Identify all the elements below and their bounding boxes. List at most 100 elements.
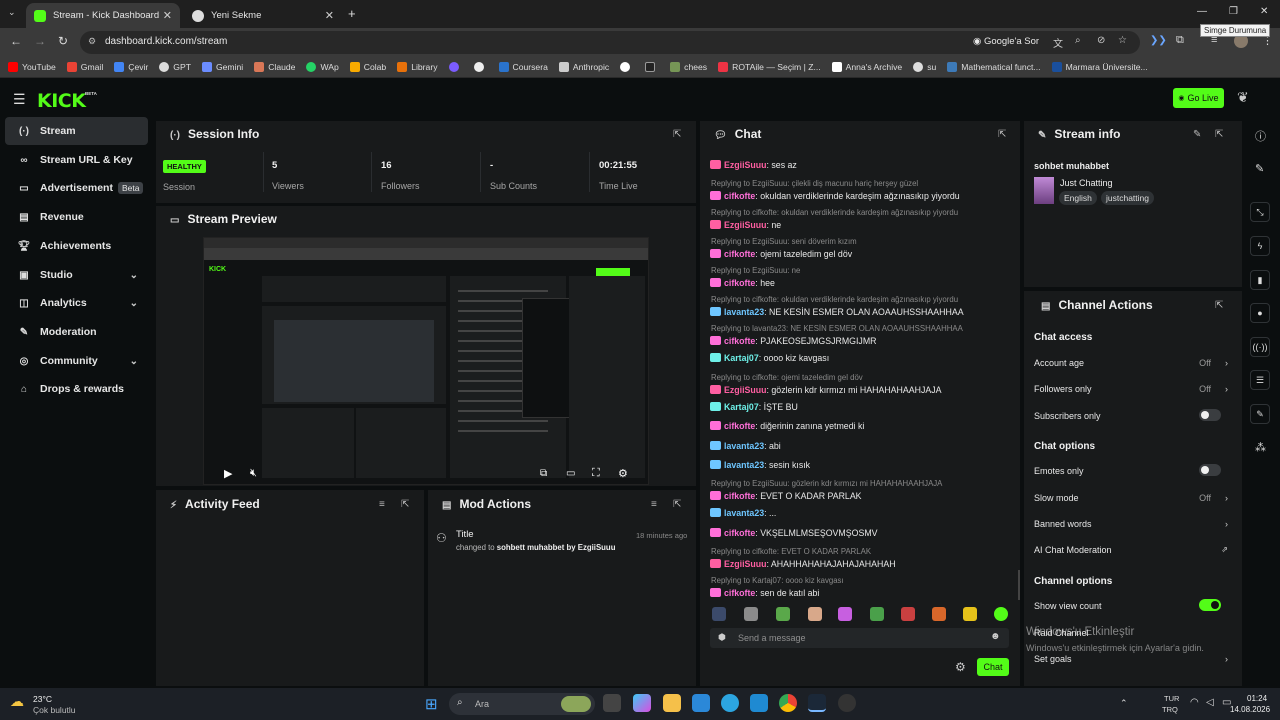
- site-info-icon[interactable]: ⚙: [88, 36, 96, 47]
- emote-icon[interactable]: [870, 607, 884, 621]
- edit-pencil-icon[interactable]: ✎: [1255, 162, 1264, 175]
- tray-chevron-icon[interactable]: ⌃: [1120, 698, 1128, 709]
- chat-username[interactable]: cifkofte: [724, 491, 755, 501]
- chat-username[interactable]: EzgiiSuuu: [724, 160, 767, 170]
- chat-message[interactable]: cifkofte: PJAKEOSEJMGSJRMGIJMR: [710, 336, 877, 346]
- chat-message[interactable]: EzgiiSuuu: ses az: [710, 160, 797, 170]
- chat-username[interactable]: Kartaj07: [724, 353, 759, 363]
- chat-send-button[interactable]: Chat: [977, 658, 1009, 676]
- tab-kick-dashboard[interactable]: Stream - Kick Dashboard ✕: [26, 3, 180, 28]
- popout-icon[interactable]: ⇱: [673, 129, 681, 140]
- sidebar-item-community[interactable]: ◎ Community ⌄: [5, 347, 148, 375]
- sidebar-item-advertisement[interactable]: ▭ Advertisement Beta: [5, 174, 148, 202]
- extension-icon[interactable]: ❯❯: [1150, 35, 1167, 46]
- settings-gear-icon[interactable]: ⚙: [618, 467, 628, 480]
- popout-icon[interactable]: ⇱: [1215, 300, 1223, 311]
- steam-icon[interactable]: [808, 694, 826, 712]
- hide-eye-icon[interactable]: ⊘: [1097, 35, 1105, 46]
- chat-username[interactable]: EzgiiSuuu: [724, 559, 767, 569]
- bookmark-youtube[interactable]: YouTube: [8, 62, 56, 72]
- emote-icon[interactable]: [932, 607, 946, 621]
- sidebar-item-studio[interactable]: ▣ Studio ⌄: [5, 261, 148, 289]
- bookmark-coursera[interactable]: Coursera: [498, 62, 548, 72]
- chat-username[interactable]: lavanta23: [724, 508, 764, 518]
- chat-username[interactable]: cifkofte: [724, 528, 755, 538]
- chat-message[interactable]: cifkofte: diğerinin zanına yetmedi ki: [710, 421, 864, 431]
- clock-date[interactable]: 14.08.2026: [1230, 705, 1270, 714]
- chat-message[interactable]: lavanta23: NE KESİN ESMER OLAN AOAAUHSSH…: [710, 307, 964, 317]
- bookmark-annas-archive[interactable]: Anna's Archive: [831, 62, 902, 72]
- emote-icon[interactable]: [712, 607, 726, 621]
- chat-input[interactable]: ⬢ Send a message ☻: [710, 628, 1009, 648]
- windows-start-icon[interactable]: ⊞: [425, 695, 438, 713]
- language-indicator[interactable]: TUR: [1164, 694, 1179, 703]
- chat-message[interactable]: lavanta23: abi: [710, 440, 781, 451]
- address-bar[interactable]: ⚙ dashboard.kick.com/stream ◉ Google'a S…: [80, 31, 1140, 54]
- rail-expand-button[interactable]: ⤡: [1250, 202, 1270, 222]
- chat-message[interactable]: cifkofte: VKŞELMLMSEŞOVMŞOSMV: [710, 527, 878, 538]
- sidebar-item-drops-rewards[interactable]: ⌂ Drops & rewards: [5, 375, 148, 403]
- bookmark-gmail[interactable]: Gmail: [66, 62, 103, 72]
- badge-icon[interactable]: ⬢: [718, 632, 726, 643]
- chat-message[interactable]: Kartaj07: oooo kiz kavgası: [710, 353, 829, 363]
- new-tab-icon[interactable]: +: [348, 6, 356, 21]
- github-desktop-icon[interactable]: [838, 694, 856, 712]
- bookmark-chees[interactable]: chees: [670, 62, 707, 72]
- translate-icon[interactable]: 文: [1053, 35, 1063, 50]
- chat-settings-gear-icon[interactable]: ⚙: [955, 660, 966, 674]
- chat-message[interactable]: cifkofte: EVET O KADAR PARLAK: [710, 491, 862, 501]
- ai-moderation-row[interactable]: AI Chat Moderation ⇗: [1034, 545, 1229, 555]
- bookmark-tr[interactable]: [645, 62, 659, 72]
- info-icon[interactable]: ⓘ: [1255, 128, 1266, 144]
- popout-icon[interactable]: ⇱: [1215, 129, 1223, 140]
- sidebar-item-achievements[interactable]: 🏆︎ Achievements: [5, 232, 148, 260]
- emote-icon[interactable]: [838, 607, 852, 621]
- sidebar-item-revenue[interactable]: ▤ Revenue: [5, 203, 148, 231]
- show-view-count-toggle[interactable]: [1199, 599, 1221, 611]
- close-window-icon[interactable]: ✕: [1260, 6, 1268, 17]
- keyboard-indicator[interactable]: TRQ: [1162, 705, 1178, 714]
- bookmark-github[interactable]: [473, 62, 488, 72]
- bookmark-gpt[interactable]: GPT: [159, 62, 191, 72]
- chat-username[interactable]: EzgiiSuuu: [724, 385, 767, 395]
- fullscreen-icon[interactable]: ⛶: [592, 467, 600, 480]
- chat-username[interactable]: cifkofte: [724, 421, 755, 431]
- chat-scrollbar[interactable]: [1018, 570, 1020, 600]
- rail-server-button[interactable]: ☰: [1250, 370, 1270, 390]
- emoji-icon[interactable]: ☻: [990, 631, 1001, 642]
- chat-username[interactable]: Kartaj07: [724, 402, 759, 412]
- bookmark-anthropic[interactable]: Anthropic: [558, 62, 609, 72]
- copilot-icon[interactable]: [633, 694, 651, 712]
- bookmark-star-icon[interactable]: ☆: [1118, 35, 1127, 46]
- emote-icon[interactable]: [963, 607, 977, 621]
- chat-username[interactable]: cifkofte: [724, 336, 755, 346]
- popout-icon[interactable]: ⇱: [401, 499, 409, 510]
- edit-pencil-icon[interactable]: ✎: [1193, 129, 1201, 140]
- hamburger-menu-icon[interactable]: ☰: [13, 91, 26, 108]
- tab-new-tab[interactable]: Yeni Sekme ✕: [184, 3, 342, 28]
- minimize-icon[interactable]: —: [1197, 6, 1207, 17]
- task-view-icon[interactable]: [603, 694, 621, 712]
- emote-icon[interactable]: [901, 607, 915, 621]
- sidebar-item-moderation[interactable]: ✎ Moderation: [5, 318, 148, 346]
- mute-icon[interactable]: 🔇︎: [250, 467, 257, 480]
- pip-icon[interactable]: ⧉: [540, 468, 547, 479]
- chat-message[interactable]: lavanta23: ...: [710, 508, 776, 518]
- bookmark-wap[interactable]: WAp: [306, 62, 339, 72]
- set-goals-row[interactable]: Set goals ›: [1034, 654, 1229, 664]
- restore-icon[interactable]: ❐: [1229, 6, 1238, 17]
- rail-wrench-button[interactable]: ✎: [1250, 404, 1270, 424]
- volume-icon[interactable]: ◁: [1206, 697, 1214, 708]
- bookmark-gemini[interactable]: Gemini: [201, 62, 243, 72]
- play-icon[interactable]: ▶: [224, 467, 232, 480]
- chat-username[interactable]: EzgiiSuuu: [724, 220, 767, 230]
- close-tab-icon[interactable]: ✕: [325, 9, 334, 22]
- theater-icon[interactable]: ▭: [566, 468, 575, 479]
- chat-message[interactable]: cifkofte: okuldan verdiklerinde kardeşim…: [710, 191, 960, 201]
- chat-username[interactable]: cifkofte: [724, 191, 755, 201]
- bookmark-claude[interactable]: Claude: [254, 62, 295, 72]
- rail-lightning-button[interactable]: ϟ: [1250, 236, 1270, 256]
- chat-username[interactable]: cifkofte: [724, 278, 755, 288]
- weather-icon[interactable]: ☁: [10, 693, 24, 710]
- close-tab-icon[interactable]: ✕: [163, 9, 172, 22]
